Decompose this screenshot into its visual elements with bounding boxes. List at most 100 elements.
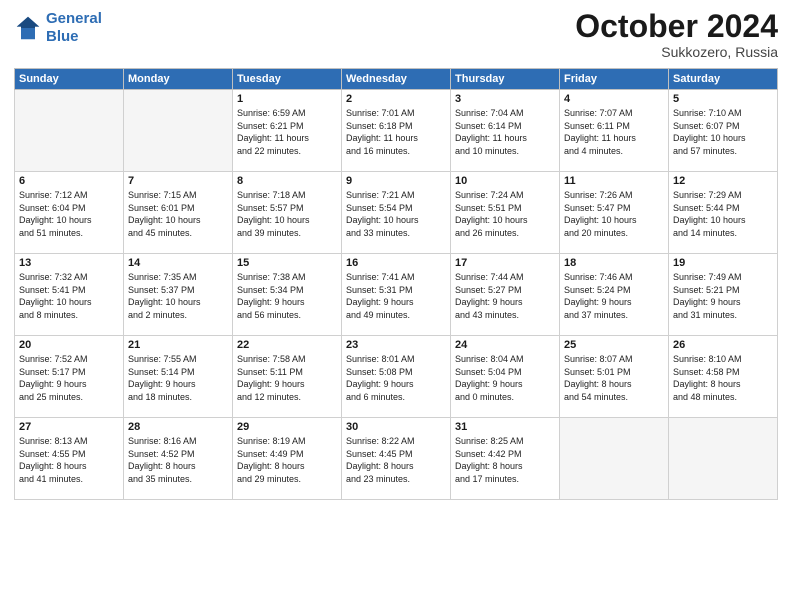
week-row-1: 1 Sunrise: 6:59 AM Sunset: 6:21 PM Daylig… [15, 90, 778, 172]
table-row: 4Sunrise: 7:07 AM Sunset: 6:11 PM Daylig… [560, 90, 669, 172]
table-row: 17 Sunrise: 7:44 AM Sunset: 5:27 PM Dayli… [451, 254, 560, 336]
header-monday: Monday [124, 69, 233, 90]
header-row: Sunday Monday Tuesday Wednesday Thursday… [15, 69, 778, 90]
day-info: Sunrise: 7:38 AM Sunset: 5:34 PM Dayligh… [237, 271, 337, 321]
table-row: 12 Sunrise: 7:29 AM Sunset: 5:44 PM Dayli… [669, 172, 778, 254]
table-row: 19Sunrise: 7:49 AM Sunset: 5:21 PM Dayli… [669, 254, 778, 336]
header-sunday: Sunday [15, 69, 124, 90]
logo: General Blue [14, 10, 102, 46]
day-info: Sunrise: 7:10 AM Sunset: 6:07 PM Dayligh… [673, 107, 773, 157]
header-tuesday: Tuesday [233, 69, 342, 90]
table-row: 13 Sunrise: 7:32 AM Sunset: 5:41 PM Dayli… [15, 254, 124, 336]
day-number: 30 [346, 421, 446, 433]
week-row-2: 6 Sunrise: 7:12 AM Sunset: 6:04 PM Daylig… [15, 172, 778, 254]
table-row: 22 Sunrise: 7:58 AM Sunset: 5:11 PM Dayli… [233, 336, 342, 418]
header-saturday: Saturday [669, 69, 778, 90]
table-row: 28Sunrise: 8:16 AM Sunset: 4:52 PM Dayli… [124, 418, 233, 500]
header: General Blue October 2024 Sukkozero, Rus… [14, 10, 778, 60]
day-number: 9 [346, 175, 446, 187]
location-subtitle: Sukkozero, Russia [575, 44, 778, 60]
day-info: Sunrise: 7:07 AM Sunset: 6:11 PM Dayligh… [564, 107, 664, 157]
day-number: 27 [19, 421, 119, 433]
table-row: 27Sunrise: 8:13 AM Sunset: 4:55 PM Dayli… [15, 418, 124, 500]
table-row: 16Sunrise: 7:41 AM Sunset: 5:31 PM Dayli… [342, 254, 451, 336]
table-row: 5 Sunrise: 7:10 AM Sunset: 6:07 PM Daylig… [669, 90, 778, 172]
day-number: 31 [455, 421, 555, 433]
day-info: Sunrise: 6:59 AM Sunset: 6:21 PM Dayligh… [237, 107, 337, 157]
day-number: 2 [346, 93, 446, 105]
table-row: 23Sunrise: 8:01 AM Sunset: 5:08 PM Dayli… [342, 336, 451, 418]
table-row: 9 Sunrise: 7:21 AM Sunset: 5:54 PM Daylig… [342, 172, 451, 254]
table-row: 18 Sunrise: 7:46 AM Sunset: 5:24 PM Dayli… [560, 254, 669, 336]
day-info: Sunrise: 8:10 AM Sunset: 4:58 PM Dayligh… [673, 353, 773, 403]
day-info: Sunrise: 7:29 AM Sunset: 5:44 PM Dayligh… [673, 189, 773, 239]
header-thursday: Thursday [451, 69, 560, 90]
table-row: 8 Sunrise: 7:18 AM Sunset: 5:57 PM Daylig… [233, 172, 342, 254]
month-title: October 2024 [575, 10, 778, 42]
day-number: 13 [19, 257, 119, 269]
day-number: 10 [455, 175, 555, 187]
day-number: 15 [237, 257, 337, 269]
day-number: 12 [673, 175, 773, 187]
day-info: Sunrise: 8:16 AM Sunset: 4:52 PM Dayligh… [128, 435, 228, 485]
page-container: General Blue October 2024 Sukkozero, Rus… [0, 0, 792, 612]
week-row-3: 13 Sunrise: 7:32 AM Sunset: 5:41 PM Dayli… [15, 254, 778, 336]
day-number: 17 [455, 257, 555, 269]
calendar-table: Sunday Monday Tuesday Wednesday Thursday… [14, 68, 778, 500]
day-info: Sunrise: 7:24 AM Sunset: 5:51 PM Dayligh… [455, 189, 555, 239]
day-number: 16 [346, 257, 446, 269]
day-number: 29 [237, 421, 337, 433]
day-info: Sunrise: 7:35 AM Sunset: 5:37 PM Dayligh… [128, 271, 228, 321]
day-info: Sunrise: 8:22 AM Sunset: 4:45 PM Dayligh… [346, 435, 446, 485]
day-info: Sunrise: 7:01 AM Sunset: 6:18 PM Dayligh… [346, 107, 446, 157]
day-number: 14 [128, 257, 228, 269]
day-number: 23 [346, 339, 446, 351]
week-row-5: 27Sunrise: 8:13 AM Sunset: 4:55 PM Dayli… [15, 418, 778, 500]
day-number: 18 [564, 257, 664, 269]
day-info: Sunrise: 7:32 AM Sunset: 5:41 PM Dayligh… [19, 271, 119, 321]
table-row: 3Sunrise: 7:04 AM Sunset: 6:14 PM Daylig… [451, 90, 560, 172]
logo-text: General Blue [46, 10, 102, 46]
day-number: 3 [455, 93, 555, 105]
table-row: 6 Sunrise: 7:12 AM Sunset: 6:04 PM Daylig… [15, 172, 124, 254]
title-block: October 2024 Sukkozero, Russia [575, 10, 778, 60]
day-number: 26 [673, 339, 773, 351]
table-row: 7 Sunrise: 7:15 AM Sunset: 6:01 PM Daylig… [124, 172, 233, 254]
day-number: 20 [19, 339, 119, 351]
day-info: Sunrise: 8:04 AM Sunset: 5:04 PM Dayligh… [455, 353, 555, 403]
day-number: 11 [564, 175, 664, 187]
header-wednesday: Wednesday [342, 69, 451, 90]
day-info: Sunrise: 8:07 AM Sunset: 5:01 PM Dayligh… [564, 353, 664, 403]
day-info: Sunrise: 7:49 AM Sunset: 5:21 PM Dayligh… [673, 271, 773, 321]
table-row: 15 Sunrise: 7:38 AM Sunset: 5:34 PM Dayli… [233, 254, 342, 336]
day-info: Sunrise: 7:12 AM Sunset: 6:04 PM Dayligh… [19, 189, 119, 239]
day-info: Sunrise: 7:44 AM Sunset: 5:27 PM Dayligh… [455, 271, 555, 321]
day-info: Sunrise: 7:52 AM Sunset: 5:17 PM Dayligh… [19, 353, 119, 403]
header-friday: Friday [560, 69, 669, 90]
table-row: 29Sunrise: 8:19 AM Sunset: 4:49 PM Dayli… [233, 418, 342, 500]
table-row [669, 418, 778, 500]
day-number: 24 [455, 339, 555, 351]
table-row [15, 90, 124, 172]
table-row: 20 Sunrise: 7:52 AM Sunset: 5:17 PM Dayli… [15, 336, 124, 418]
day-number: 7 [128, 175, 228, 187]
table-row: 30 Sunrise: 8:22 AM Sunset: 4:45 PM Dayli… [342, 418, 451, 500]
day-number: 5 [673, 93, 773, 105]
day-info: Sunrise: 7:46 AM Sunset: 5:24 PM Dayligh… [564, 271, 664, 321]
day-number: 25 [564, 339, 664, 351]
day-number: 22 [237, 339, 337, 351]
table-row: 1 Sunrise: 6:59 AM Sunset: 6:21 PM Daylig… [233, 90, 342, 172]
table-row: 31Sunrise: 8:25 AM Sunset: 4:42 PM Dayli… [451, 418, 560, 500]
table-row: 24 Sunrise: 8:04 AM Sunset: 5:04 PM Dayli… [451, 336, 560, 418]
day-info: Sunrise: 7:18 AM Sunset: 5:57 PM Dayligh… [237, 189, 337, 239]
day-info: Sunrise: 7:15 AM Sunset: 6:01 PM Dayligh… [128, 189, 228, 239]
table-row: 2 Sunrise: 7:01 AM Sunset: 6:18 PM Daylig… [342, 90, 451, 172]
table-row: 10 Sunrise: 7:24 AM Sunset: 5:51 PM Dayli… [451, 172, 560, 254]
table-row [560, 418, 669, 500]
day-number: 6 [19, 175, 119, 187]
day-info: Sunrise: 7:21 AM Sunset: 5:54 PM Dayligh… [346, 189, 446, 239]
logo-icon [14, 14, 42, 42]
day-number: 1 [237, 93, 337, 105]
day-number: 8 [237, 175, 337, 187]
day-info: Sunrise: 7:58 AM Sunset: 5:11 PM Dayligh… [237, 353, 337, 403]
